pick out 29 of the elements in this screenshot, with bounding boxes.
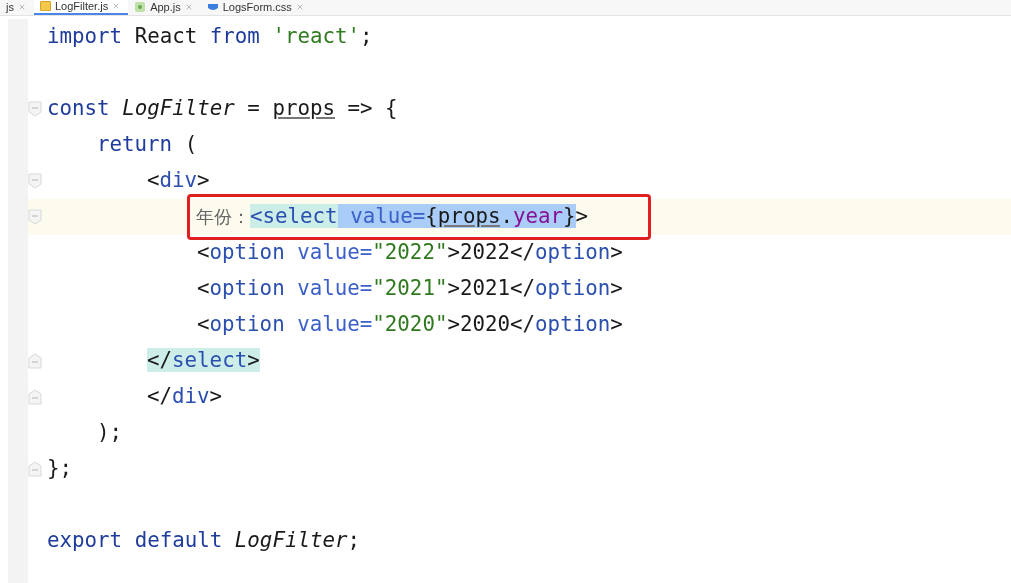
fold-icon[interactable] — [28, 389, 42, 405]
file-icon — [39, 1, 51, 11]
code-line: <option value="2021">2021</option> — [197, 275, 623, 303]
code-line: }; — [47, 455, 73, 483]
close-icon[interactable] — [184, 3, 193, 11]
fold-icon[interactable] — [28, 209, 42, 225]
code-line: 年份：<select value={props.year}> — [196, 203, 589, 231]
code-line: import React from 'react'; — [47, 23, 373, 51]
code-line: <option value="2020">2020</option> — [197, 311, 623, 339]
code-line: </select> — [147, 347, 260, 375]
code-line: </div> — [147, 383, 223, 411]
file-icon — [206, 2, 219, 12]
close-icon[interactable] — [17, 3, 26, 11]
close-icon[interactable] — [295, 3, 304, 11]
code-line: <option value="2022">2022</option> — [197, 239, 623, 267]
fold-icon[interactable] — [28, 461, 42, 477]
fold-icon[interactable] — [28, 353, 42, 369]
file-tab[interactable]: App.js — [128, 0, 201, 15]
code-line: export default LogFilter; — [47, 527, 361, 555]
close-icon[interactable] — [112, 2, 121, 10]
fold-icon[interactable] — [28, 101, 42, 117]
code-line: const LogFilter = props => { — [47, 95, 398, 123]
code-line: ); — [97, 419, 123, 447]
code-line: <div> — [147, 167, 210, 195]
file-tab[interactable]: LogFilter.js — [33, 0, 129, 15]
file-tab[interactable]: js — [0, 0, 34, 15]
file-tab[interactable]: LogsForm.css — [200, 0, 312, 15]
fold-icon[interactable] — [28, 173, 42, 189]
code-line: return ( — [97, 131, 198, 159]
